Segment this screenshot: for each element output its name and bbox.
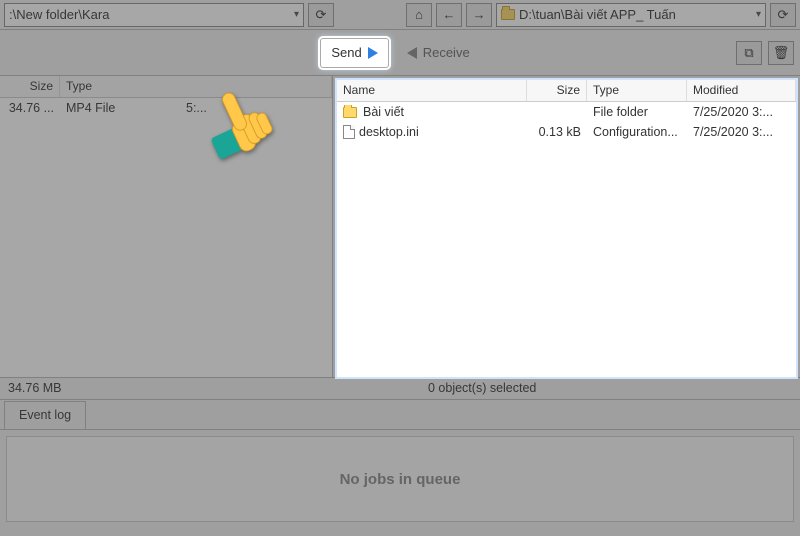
queue-empty-text: No jobs in queue <box>340 471 461 488</box>
cell-date: 5:... <box>180 101 332 115</box>
back-icon: ← <box>443 7 456 22</box>
refresh-right-button[interactable]: ⟳ <box>770 3 796 27</box>
folder-icon <box>501 9 515 20</box>
tab-event-log[interactable]: Event log <box>4 401 86 429</box>
refresh-left-button[interactable]: ⟳ <box>308 3 334 27</box>
cell-type: File folder <box>587 105 687 119</box>
forward-icon: → <box>473 7 486 22</box>
newwin-icon: ⧉ <box>744 45 753 61</box>
col-type[interactable]: Type <box>587 80 687 101</box>
delete-button[interactable]: 🗑 <box>768 41 794 65</box>
forward-button[interactable]: → <box>466 3 492 27</box>
col-modified[interactable]: Modified <box>687 80 796 101</box>
cell-name: Bài viết <box>337 105 527 119</box>
cell-type: MP4 File <box>60 101 180 115</box>
cell-size: 34.76 ... <box>0 101 60 115</box>
arrow-right-icon <box>368 47 378 59</box>
chevron-down-icon: ▾ <box>294 9 299 20</box>
cell-modified: 7/25/2020 3:... <box>687 105 796 119</box>
left-pane: Size Type 34.76 ... MP4 File 5:... <box>0 76 333 377</box>
send-button[interactable]: Send <box>320 38 388 68</box>
row-name-text: desktop.ini <box>359 125 419 139</box>
trash-icon: 🗑 <box>773 45 790 61</box>
table-row[interactable]: desktop.ini 0.13 kB Configuration... 7/2… <box>337 122 796 142</box>
home-icon: ⌂ <box>415 7 423 22</box>
refresh-icon: ⟳ <box>778 7 789 23</box>
queue-panel: No jobs in queue <box>6 436 794 522</box>
cell-modified: 7/25/2020 3:... <box>687 125 796 139</box>
cell-name: desktop.ini <box>337 125 527 139</box>
row-name-text: Bài viết <box>363 105 404 119</box>
receive-label: Receive <box>423 45 470 60</box>
back-button[interactable]: ← <box>436 3 462 27</box>
col-size[interactable]: Size <box>527 80 587 101</box>
refresh-icon: ⟳ <box>316 7 327 23</box>
path-text: D:\tuan\Bài viết APP_ Tuấn <box>519 7 752 22</box>
new-tab-button[interactable]: ⧉ <box>736 41 762 65</box>
status-left: 34.76 MB <box>0 378 420 399</box>
col-type[interactable]: Type <box>60 76 332 97</box>
path-text: :\New folder\Kara <box>9 7 290 22</box>
right-path-box[interactable]: D:\tuan\Bài viết APP_ Tuấn ▾ <box>496 3 766 27</box>
table-row[interactable]: Bài viết File folder 7/25/2020 3:... <box>337 102 796 122</box>
right-pane: Name Size Type Modified Bài viết File fo… <box>335 78 798 379</box>
cell-size: 0.13 kB <box>527 125 587 139</box>
file-icon <box>343 125 355 139</box>
cell-type: Configuration... <box>587 125 687 139</box>
arrow-left-icon <box>407 47 417 59</box>
col-name[interactable]: Name <box>337 80 527 101</box>
home-button[interactable]: ⌂ <box>406 3 432 27</box>
left-path-box[interactable]: :\New folder\Kara ▾ <box>4 3 304 27</box>
folder-icon <box>343 107 357 118</box>
receive-button[interactable]: Receive <box>397 38 480 68</box>
col-size[interactable]: Size <box>0 76 60 97</box>
chevron-down-icon: ▾ <box>756 9 761 20</box>
table-row[interactable]: 34.76 ... MP4 File 5:... <box>0 98 332 118</box>
status-right: 0 object(s) selected <box>420 378 544 399</box>
send-label: Send <box>331 45 361 60</box>
